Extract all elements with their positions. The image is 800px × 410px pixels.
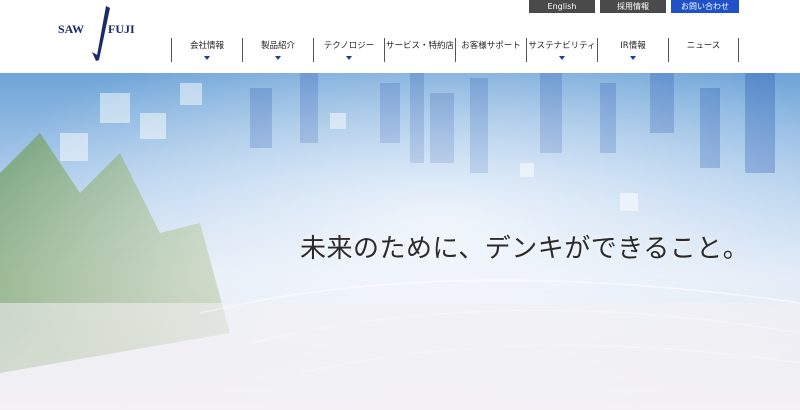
nav-item-label: 製品紹介 — [260, 41, 295, 51]
nav-item-label: サステナビリティ — [528, 41, 596, 51]
contact-link[interactable]: お問い合わせ — [671, 0, 739, 13]
nav-item-technology[interactable]: テクノロジー — [313, 38, 384, 62]
logo-text-left: SAW — [58, 22, 85, 36]
recruit-link[interactable]: 採用情報 — [600, 0, 666, 13]
caret-down-icon — [630, 56, 636, 60]
nav-item-label: ニュース — [686, 41, 721, 51]
caret-down-icon — [275, 56, 281, 60]
hero-tagline: 未来のために、デンキができること。 — [300, 234, 750, 264]
caret-down-icon — [204, 56, 210, 60]
nav-item-support[interactable]: お客様サポート — [455, 38, 526, 62]
site-logo[interactable]: SAW FUJI — [58, 4, 148, 64]
nav-item-products[interactable]: 製品紹介 — [242, 38, 313, 62]
nav-item-service[interactable]: サービス・特約店 — [384, 38, 455, 62]
nav-item-label: 会社情報 — [189, 41, 224, 51]
nav-item-label: お客様サポート — [461, 41, 521, 51]
logo-text-right: FUJI — [108, 22, 135, 36]
caret-down-icon — [346, 56, 352, 60]
nav-item-sustainability[interactable]: サステナビリティ — [526, 38, 597, 62]
nav-item-label: IR情報 — [620, 41, 646, 51]
nav-item-label: サービス・特約店 — [385, 41, 454, 51]
hero-banner: 未来のために、デンキができること。 — [0, 73, 800, 410]
site-header: SAW FUJI English 採用情報 お問い合わせ 会社情報 製品紹介 テ… — [0, 0, 800, 73]
nav-item-label: テクノロジー — [323, 41, 375, 51]
nav-item-ir[interactable]: IR情報 — [597, 38, 668, 62]
english-link[interactable]: English — [529, 0, 595, 13]
utility-links: English 採用情報 お問い合わせ — [529, 0, 739, 13]
nav-item-company[interactable]: 会社情報 — [171, 38, 242, 62]
main-nav: 会社情報 製品紹介 テクノロジー サービス・特約店 お客様サポート サステナビリ… — [171, 38, 739, 62]
nav-item-news[interactable]: ニュース — [668, 38, 739, 62]
caret-down-icon — [559, 56, 565, 60]
